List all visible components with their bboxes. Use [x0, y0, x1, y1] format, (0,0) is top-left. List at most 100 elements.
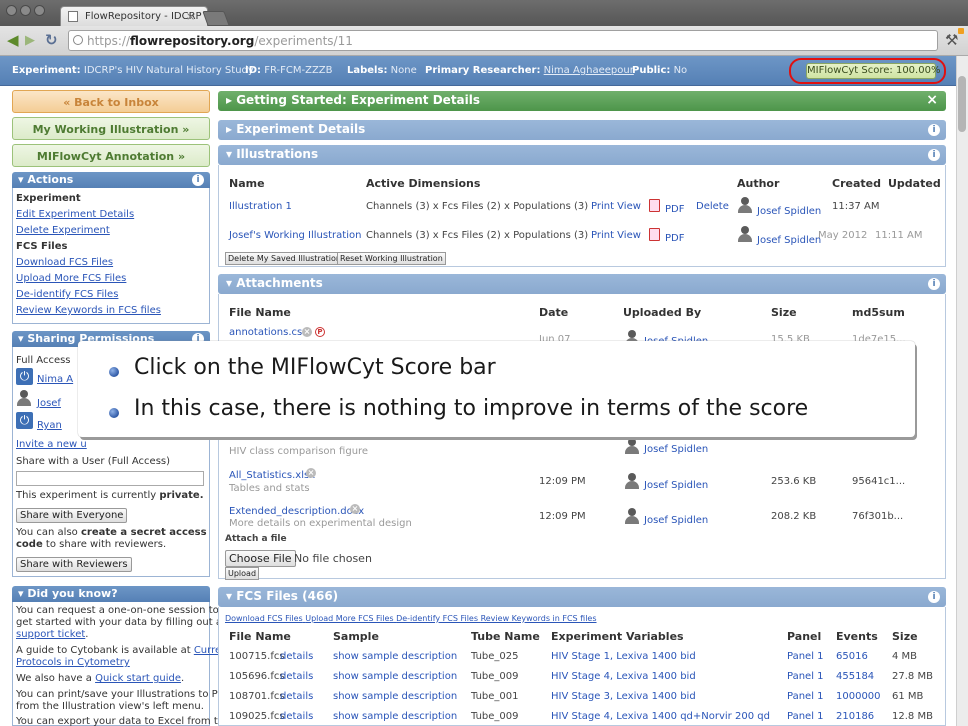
- review-keywords-link[interactable]: Review Keywords in FCS files: [481, 614, 597, 623]
- remove-attachment-icon[interactable]: ×: [350, 504, 360, 514]
- pdf-link[interactable]: PDF: [665, 204, 684, 215]
- experiment-variables-link[interactable]: HIV Stage 3, Lexiva 1400 bid: [551, 691, 696, 702]
- panel-link[interactable]: Panel 1: [787, 691, 824, 702]
- uploader-link[interactable]: Josef Spidlen: [644, 444, 708, 455]
- close-icon[interactable]: ×: [926, 92, 938, 108]
- delete-saved-illustrations-button[interactable]: Delete My Saved Illustrations: [225, 252, 349, 265]
- window-minimize-icon[interactable]: [20, 5, 31, 16]
- support-ticket-link[interactable]: support ticket: [16, 629, 85, 640]
- column-header: Author: [737, 177, 780, 190]
- window-close-icon[interactable]: [6, 5, 17, 16]
- quick-start-link[interactable]: Quick start guide: [95, 673, 181, 684]
- miflowcyt-annotation-button[interactable]: MIFlowCyt Annotation »: [12, 144, 210, 167]
- page-scrollbar[interactable]: [956, 56, 968, 726]
- panel-link[interactable]: Panel 1: [787, 671, 824, 682]
- column-header: Sample: [333, 630, 379, 643]
- getting-started-header[interactable]: ▸ Getting Started: Experiment Details ×: [218, 91, 946, 111]
- info-icon[interactable]: i: [928, 149, 940, 161]
- instruction-text: In this case, there is nothing to improv…: [134, 396, 809, 421]
- my-working-illustration-button[interactable]: My Working Illustration »: [12, 117, 210, 140]
- sample-description-link[interactable]: show sample description: [333, 671, 457, 682]
- panel-link[interactable]: Panel 1: [787, 711, 824, 722]
- remove-attachment-icon[interactable]: ×: [306, 468, 316, 478]
- upload-fcs-link[interactable]: Upload More FCS Files: [305, 614, 393, 623]
- events-link[interactable]: 65016: [836, 651, 868, 662]
- reset-working-illustration-button[interactable]: Reset Working Illustration: [337, 252, 446, 265]
- reload-icon[interactable]: ↻: [45, 33, 58, 48]
- column-header: Events: [836, 630, 878, 643]
- illustration-name-link[interactable]: Josef's Working Illustration: [229, 230, 361, 241]
- active-dimensions: Channels (3) x Fcs Files (2) x Populatio…: [366, 201, 589, 212]
- current-protocols-link[interactable]: Protocols in Cytometry: [16, 657, 130, 668]
- did-you-know-header[interactable]: ▾ Did you know?: [12, 586, 210, 602]
- site-info-icon[interactable]: [73, 35, 83, 45]
- author-link[interactable]: Josef Spidlen: [757, 206, 821, 217]
- experiment-variables-link[interactable]: HIV Stage 4, Lexiva 1400 bid: [551, 671, 696, 682]
- details-link[interactable]: details: [280, 651, 313, 662]
- share-with-reviewers-button[interactable]: Share with Reviewers: [16, 557, 132, 572]
- download-fcs-link[interactable]: Download FCS Files: [225, 614, 303, 623]
- upload-button[interactable]: Upload: [225, 567, 260, 580]
- info-icon[interactable]: i: [192, 174, 204, 186]
- deidentify-fcs-link[interactable]: De-identify FCS Files: [396, 614, 478, 623]
- choose-file-button[interactable]: Choose File: [225, 550, 296, 567]
- sample-description-link[interactable]: show sample description: [333, 651, 457, 662]
- uploader-link[interactable]: Josef Spidlen: [644, 515, 708, 526]
- attachment-link[interactable]: All_Statistics.xlsx: [229, 470, 315, 481]
- review-keywords-link[interactable]: Review Keywords in FCS files: [16, 305, 161, 316]
- details-link[interactable]: details: [280, 671, 313, 682]
- print-view-link[interactable]: Print View: [591, 201, 641, 212]
- attachments-header[interactable]: ▾ Attachments i: [218, 274, 946, 294]
- wrench-icon[interactable]: ⚒: [945, 31, 958, 49]
- column-header: Created: [832, 177, 881, 190]
- sample-description-link[interactable]: show sample description: [333, 711, 457, 722]
- experiment-variables-link[interactable]: HIV Stage 1, Lexiva 1400 bid: [551, 651, 696, 662]
- details-link[interactable]: details: [280, 711, 313, 722]
- window-maximize-icon[interactable]: [34, 5, 45, 16]
- deidentify-fcs-link[interactable]: De-identify FCS Files: [16, 289, 118, 300]
- panel-link[interactable]: Panel 1: [787, 651, 824, 662]
- experiment-details-header[interactable]: ▸ Experiment Details i: [218, 120, 946, 140]
- pdf-preview-icon[interactable]: P: [315, 327, 325, 337]
- events-link[interactable]: 1000000: [836, 691, 881, 702]
- delete-illustration-link[interactable]: Delete: [696, 201, 729, 212]
- info-icon[interactable]: i: [928, 278, 940, 290]
- researcher-link[interactable]: Nima Aghaeepour: [544, 65, 634, 76]
- address-bar[interactable]: https://flowrepository.org/experiments/1…: [68, 30, 938, 51]
- back-arrow-icon[interactable]: ◀: [7, 33, 19, 48]
- illustration-name-link[interactable]: Illustration 1: [229, 201, 292, 212]
- attachment-link[interactable]: Extended_description.docx: [229, 506, 364, 517]
- tab-close-icon[interactable]: ×: [186, 10, 195, 23]
- user-link[interactable]: Josef: [37, 398, 61, 409]
- events-link[interactable]: 455184: [836, 671, 874, 682]
- events-link[interactable]: 210186: [836, 711, 874, 722]
- share-with-everyone-button[interactable]: Share with Everyone: [16, 508, 128, 523]
- author-link[interactable]: Josef Spidlen: [757, 235, 821, 246]
- fcs-files-panel: [218, 607, 946, 726]
- download-fcs-link[interactable]: Download FCS Files: [16, 257, 113, 268]
- actions-header[interactable]: ▾ Actions: [12, 172, 210, 188]
- invite-user-link[interactable]: Invite a new u: [16, 439, 87, 450]
- pdf-icon: [649, 199, 660, 212]
- attachment-link[interactable]: annotations.csv: [229, 327, 308, 338]
- fcs-files-header[interactable]: ▾ FCS Files (466) i: [218, 587, 946, 607]
- info-icon[interactable]: i: [928, 591, 940, 603]
- upload-fcs-link[interactable]: Upload More FCS Files: [16, 273, 126, 284]
- experiment-variables-link[interactable]: HIV Stage 4, Lexiva 1400 qd+Norvir 200 q…: [551, 711, 770, 722]
- details-link[interactable]: details: [280, 691, 313, 702]
- user-link[interactable]: Nima A: [37, 374, 73, 385]
- user-link[interactable]: Ryan: [37, 420, 62, 431]
- delete-experiment-link[interactable]: Delete Experiment: [16, 225, 110, 236]
- back-to-inbox-button[interactable]: « Back to Inbox: [12, 90, 210, 113]
- uploader-link[interactable]: Josef Spidlen: [644, 480, 708, 491]
- forward-arrow-icon[interactable]: ▶: [25, 33, 35, 48]
- print-view-link[interactable]: Print View: [591, 230, 641, 241]
- scrollbar-thumb[interactable]: [958, 76, 966, 132]
- edit-experiment-link[interactable]: Edit Experiment Details: [16, 209, 134, 220]
- share-user-input[interactable]: [16, 471, 204, 486]
- pdf-link[interactable]: PDF: [665, 233, 684, 244]
- info-icon[interactable]: i: [928, 124, 940, 136]
- remove-attachment-icon[interactable]: ×: [302, 327, 312, 337]
- sample-description-link[interactable]: show sample description: [333, 691, 457, 702]
- illustrations-header[interactable]: ▾ Illustrations i: [218, 145, 946, 165]
